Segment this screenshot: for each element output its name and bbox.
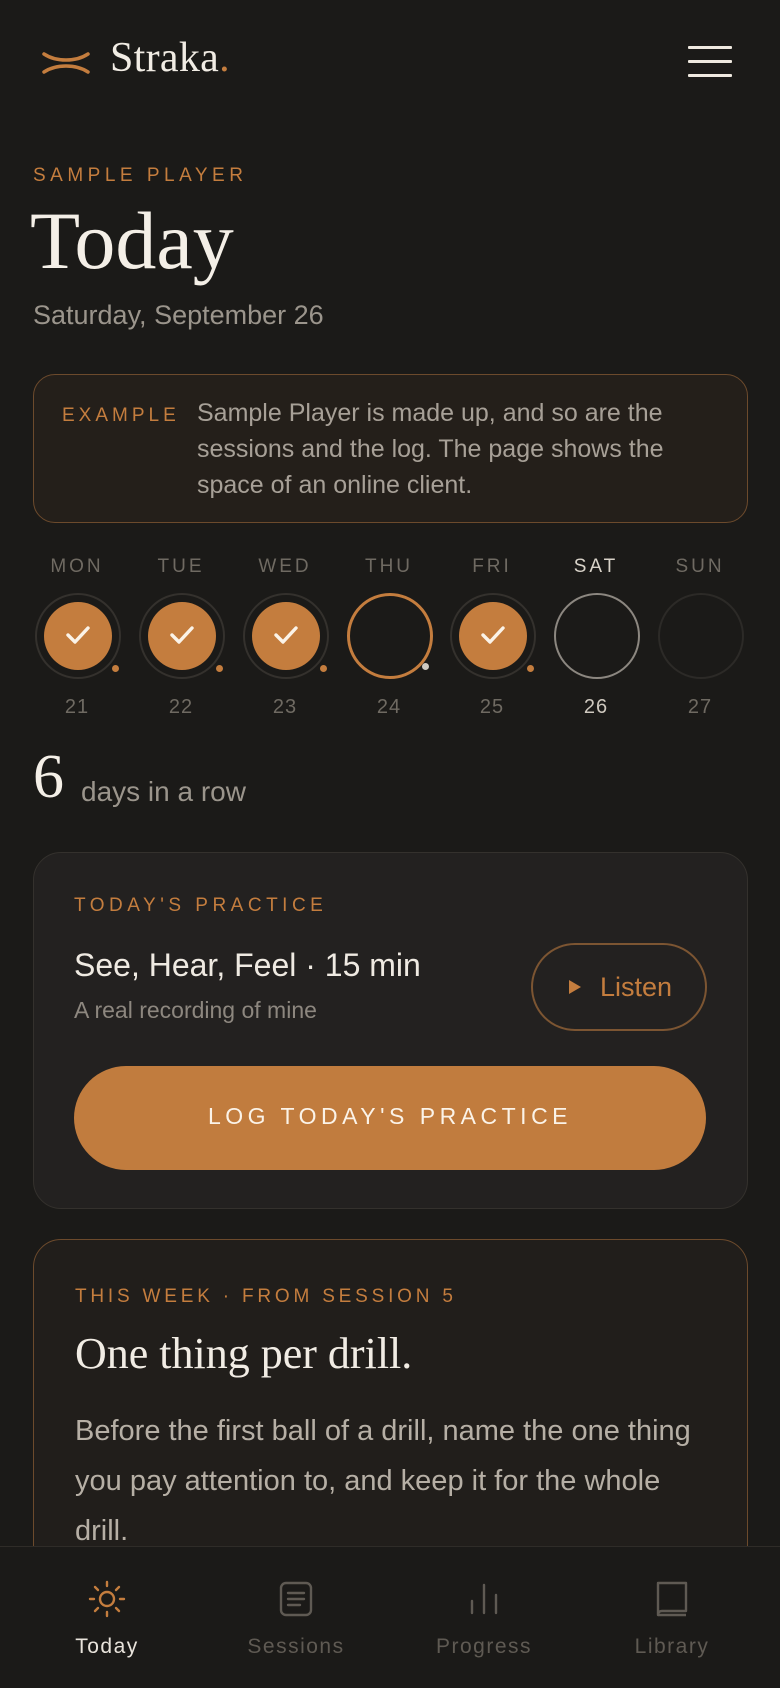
tab-progress[interactable]: Progress [404, 1547, 564, 1688]
tab-label: Progress [435, 1635, 533, 1658]
day-name: SAT [573, 556, 619, 577]
practice-title: See, Hear, Feel · 15 min [74, 947, 421, 983]
day-name: THU [364, 556, 414, 577]
today-screen: Straka. SAMPLE PLAYER Today Saturday, Se… [0, 0, 780, 1688]
log-dot [422, 663, 429, 670]
sun-icon [88, 1580, 126, 1618]
day-ring-future [658, 593, 744, 679]
check-icon [170, 626, 194, 644]
log-dot [527, 665, 534, 672]
page-title: Today [30, 195, 234, 286]
listen-button[interactable]: Listen [531, 943, 707, 1031]
lesson-body: Before the first ball of a drill, name t… [75, 1415, 691, 1547]
day-tue[interactable]: TUE 22 [131, 556, 231, 726]
day-number: 22 [168, 696, 194, 718]
day-name: SUN [675, 556, 725, 577]
play-icon [569, 980, 581, 994]
example-notice: EXAMPLE Sample Player is made up, and so… [33, 374, 748, 523]
document-icon [279, 1581, 313, 1617]
day-ring-done [35, 593, 121, 679]
current-date: Saturday, September 26 [33, 300, 324, 330]
bar-chart-icon [470, 1583, 498, 1615]
day-fri[interactable]: FRI 25 [442, 556, 542, 726]
day-name: MON [50, 556, 104, 577]
day-ring-done [450, 593, 536, 679]
lesson-title: One thing per drill. [75, 1329, 413, 1378]
streak-label: days in a row [81, 776, 246, 807]
day-name: WED [258, 556, 312, 577]
day-number: 27 [687, 696, 713, 718]
log-practice-label: LOG TODAY'S PRACTICE [207, 1103, 573, 1129]
check-icon [481, 626, 505, 644]
tab-today[interactable]: Today [27, 1547, 187, 1688]
hamburger-icon [688, 46, 732, 49]
check-icon [274, 626, 298, 644]
notice-label: EXAMPLE [62, 405, 180, 426]
streak-count: 6 [33, 743, 64, 811]
lesson-eyebrow: THIS WEEK · FROM SESSION 5 [75, 1286, 457, 1307]
day-ring-done [243, 593, 329, 679]
log-practice-button[interactable]: LOG TODAY'S PRACTICE [74, 1066, 706, 1170]
player-label: SAMPLE PLAYER [33, 165, 248, 186]
day-ring-missed [347, 593, 433, 679]
week-strip: MON 21 TUE 22 WED 23 THU 24 FRI 25 SAT 2… [27, 556, 757, 726]
tab-label: Sessions [247, 1635, 345, 1658]
bottom-tab-bar: Today Sessions Progress Library [0, 1546, 780, 1688]
log-dot [320, 665, 327, 672]
brand-name[interactable]: Straka. [110, 34, 230, 82]
day-ring-today [554, 593, 640, 679]
practice-eyebrow: TODAY'S PRACTICE [74, 895, 328, 916]
book-icon [656, 1581, 688, 1617]
log-dot [112, 665, 119, 672]
log-dot [216, 665, 223, 672]
day-name: FRI [472, 556, 512, 577]
day-number: 26 [583, 696, 609, 718]
brand-wordmark: Straka [110, 35, 220, 81]
brand-dot: . [219, 35, 230, 81]
day-number: 23 [272, 696, 298, 718]
day-number: 24 [376, 696, 402, 718]
tab-label: Today [75, 1635, 139, 1658]
listen-label: Listen [600, 972, 673, 1002]
day-ring-done [139, 593, 225, 679]
day-number: 21 [64, 696, 90, 718]
day-thu[interactable]: THU 24 [339, 556, 439, 726]
tab-sessions[interactable]: Sessions [216, 1547, 376, 1688]
day-mon[interactable]: MON 21 [27, 556, 127, 726]
day-number: 25 [479, 696, 505, 718]
tab-label: Library [634, 1635, 710, 1658]
menu-button[interactable] [686, 44, 734, 78]
day-sat[interactable]: SAT 26 [546, 556, 646, 726]
notice-text: Sample Player is made up, and so are the… [197, 399, 664, 499]
top-bar: Straka. [0, 0, 780, 124]
practice-card: TODAY'S PRACTICE See, Hear, Feel · 15 mi… [33, 852, 748, 1209]
day-wed[interactable]: WED 23 [235, 556, 335, 726]
day-name: TUE [157, 556, 205, 577]
logo-icon [42, 52, 90, 74]
tab-library[interactable]: Library [592, 1547, 752, 1688]
practice-subtitle: A real recording of mine [74, 997, 317, 1023]
check-icon [66, 626, 90, 644]
day-sun[interactable]: SUN 27 [650, 556, 750, 726]
